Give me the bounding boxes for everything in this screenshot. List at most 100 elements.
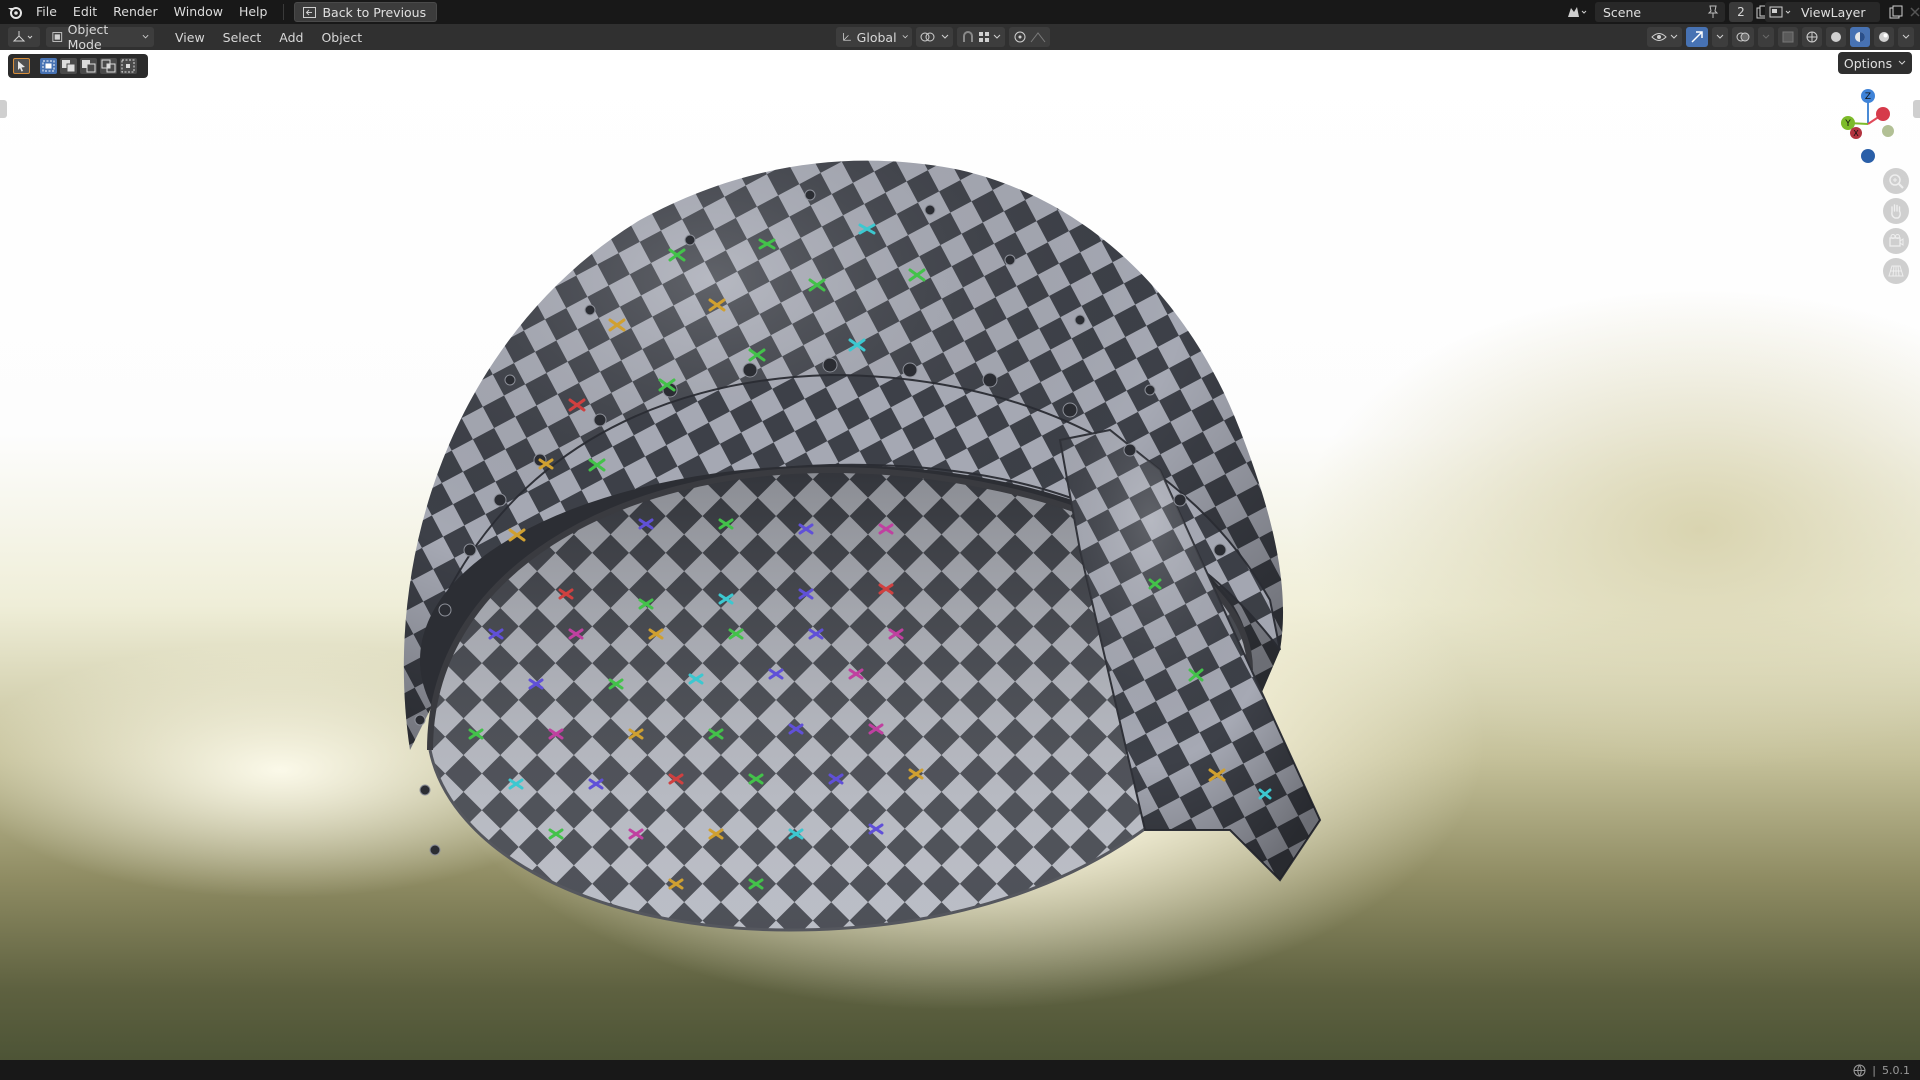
chevron-down-icon — [1898, 60, 1906, 65]
snap-icon — [963, 31, 973, 42]
overlay-icon — [1736, 32, 1750, 42]
object-mode-dropdown[interactable]: Object Mode — [46, 22, 154, 52]
chevron-down-icon — [902, 35, 908, 39]
chevron-down-icon — [1762, 34, 1770, 39]
camera-view-button[interactable] — [1883, 228, 1909, 254]
wireframe-icon — [1806, 31, 1818, 43]
back-icon — [303, 6, 317, 18]
scene-browse-button[interactable] — [1563, 2, 1591, 22]
version-separator: | — [1872, 1063, 1876, 1077]
gizmo-x[interactable] — [1876, 107, 1890, 121]
camera-icon — [1889, 234, 1904, 247]
back-button-label: Back to Previous — [322, 4, 427, 20]
eye-icon — [1651, 33, 1667, 41]
proportional-editing-dropdown[interactable] — [1009, 27, 1050, 47]
select-invert-icon[interactable] — [100, 58, 117, 74]
select-subtract-icon[interactable] — [80, 58, 97, 74]
gizmo-neg-y[interactable] — [1882, 125, 1894, 137]
transform-orientation-dropdown[interactable]: Global — [836, 27, 912, 47]
perspective-toggle-button[interactable] — [1883, 258, 1909, 284]
gizmo-neg-z[interactable] — [1861, 149, 1875, 163]
scene-name-field[interactable]: Scene — [1595, 2, 1725, 22]
shading-solid-button[interactable] — [1826, 27, 1846, 47]
view-layer-selector: ViewLayer — [1765, 2, 1920, 22]
xray-toggle[interactable] — [1778, 27, 1798, 47]
menu-edit[interactable]: Edit — [65, 0, 105, 24]
helmet-model[interactable] — [390, 130, 1350, 970]
viewport-header: Object Mode View Select Add Object Globa… — [0, 22, 1920, 52]
navigation-gizmo[interactable]: Z Y X — [1834, 88, 1904, 168]
blender-logo-icon[interactable] — [2, 0, 28, 24]
top-menu-bar: File Edit Render Window Help Back to Pre… — [0, 0, 1920, 24]
overlays-dropdown[interactable] — [1758, 27, 1774, 47]
chevron-down-icon — [1670, 34, 1678, 39]
view-layer-field[interactable]: ViewLayer — [1765, 2, 1880, 22]
scene-user-count[interactable]: 2 — [1729, 2, 1753, 22]
delete-view-layer-button[interactable] — [1906, 2, 1920, 22]
gizmo-toggle[interactable] — [1686, 27, 1708, 47]
pin-icon[interactable] — [1707, 5, 1719, 19]
3d-viewport[interactable]: Options Z Y X — [0, 50, 1920, 1060]
status-bar: | 5.0.1 — [0, 1060, 1920, 1080]
select-new-icon[interactable] — [40, 58, 57, 74]
sidebar-toggle-tab[interactable] — [1913, 100, 1920, 118]
3d-viewport-icon — [12, 31, 33, 42]
select-intersect-icon[interactable] — [120, 58, 137, 74]
menu-window[interactable]: Window — [166, 0, 231, 24]
back-to-previous-button[interactable]: Back to Previous — [294, 2, 438, 22]
header-menu-object[interactable]: Object — [312, 30, 371, 45]
shading-dropdown[interactable] — [1898, 27, 1914, 47]
overlays-toggle[interactable] — [1732, 27, 1754, 47]
gizmo-y-label: Y — [1844, 119, 1851, 129]
xray-icon — [1782, 31, 1794, 43]
select-extend-icon[interactable] — [60, 58, 77, 74]
transform-tools: Global — [836, 27, 1050, 47]
grid-icon — [1888, 265, 1904, 277]
mode-label: Object Mode — [67, 22, 109, 52]
header-menu-view[interactable]: View — [166, 30, 214, 45]
proportional-edit-icon — [1014, 31, 1026, 43]
menu-help[interactable]: Help — [231, 0, 276, 24]
snap-grid-icon — [979, 32, 989, 42]
selection-mode-tools — [8, 54, 148, 78]
hand-icon — [1891, 204, 1901, 219]
gizmo-dropdown[interactable] — [1712, 27, 1728, 47]
select-tool-icon[interactable] — [13, 58, 30, 74]
options-dropdown[interactable]: Options — [1838, 52, 1912, 74]
version-label: 5.0.1 — [1882, 1063, 1910, 1077]
header-menu-add[interactable]: Add — [270, 30, 312, 45]
zoom-icon — [1889, 174, 1904, 189]
duplicate-icon — [1889, 5, 1903, 19]
chevron-down-icon — [1716, 34, 1724, 39]
close-icon — [1910, 7, 1920, 17]
snap-dropdown[interactable] — [957, 27, 1005, 47]
menu-render[interactable]: Render — [105, 0, 166, 24]
pan-view-button[interactable] — [1883, 198, 1909, 224]
orientation-label: Global — [856, 29, 897, 45]
gizmo-icon — [1691, 31, 1703, 43]
chevron-down-icon — [993, 34, 1001, 39]
shading-rendered-button[interactable] — [1874, 27, 1894, 47]
header-menu-select[interactable]: Select — [214, 30, 271, 45]
chevron-down-icon — [941, 34, 949, 39]
pivot-point-dropdown[interactable] — [916, 27, 953, 47]
viewport-display-tools — [1647, 27, 1914, 47]
zoom-view-button[interactable] — [1883, 168, 1909, 194]
orientation-icon — [843, 32, 851, 41]
toolbar-toggle-tab[interactable] — [0, 100, 7, 118]
options-label: Options — [1843, 55, 1893, 71]
menu-file[interactable]: File — [28, 0, 65, 24]
shading-material-button[interactable] — [1850, 27, 1870, 47]
chevron-down-icon — [142, 34, 149, 39]
rendered-icon — [1879, 32, 1889, 42]
editor-type-button[interactable] — [8, 27, 40, 47]
solid-icon — [1831, 32, 1841, 42]
scene-icon — [1568, 7, 1587, 17]
visibility-dropdown[interactable] — [1647, 27, 1682, 47]
material-preview-icon — [1855, 32, 1865, 42]
gizmo-x-label: X — [1853, 129, 1859, 138]
new-view-layer-button[interactable] — [1886, 2, 1906, 22]
gizmo-z-label: Z — [1865, 92, 1871, 102]
view-layer-icon — [1769, 6, 1791, 18]
shading-wireframe-button[interactable] — [1802, 27, 1822, 47]
